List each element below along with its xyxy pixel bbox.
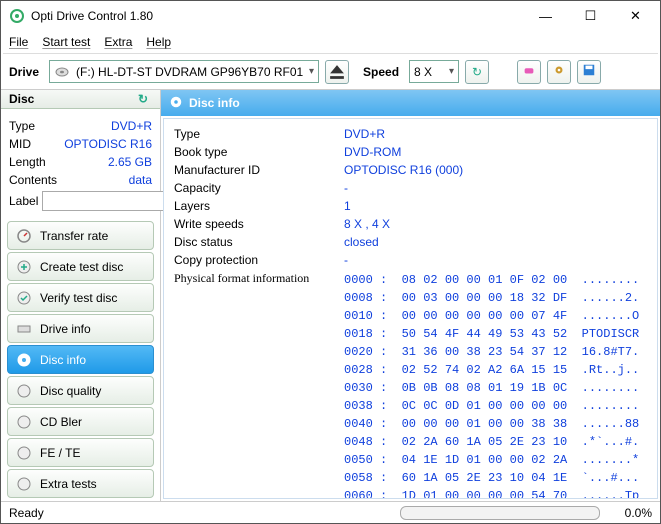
status-pct: 0.0% [600, 506, 660, 520]
speed-select[interactable]: 8 X ▾ [409, 60, 459, 83]
disc-header: Disc [9, 92, 34, 106]
drive-info-icon [16, 321, 32, 337]
eraser-icon [522, 63, 536, 80]
nav-create-test-disc[interactable]: Create test disc [7, 252, 154, 281]
info-man-k: Manufacturer ID [174, 163, 344, 181]
menu-file[interactable]: File [9, 35, 28, 49]
nav-fe-te[interactable]: FE / TE [7, 438, 154, 467]
disc-info-body[interactable]: TypeDVD+R Book typeDVD-ROM Manufacturer … [163, 118, 658, 499]
window-title: Opti Drive Control 1.80 [31, 9, 523, 23]
info-layers-v: 1 [344, 199, 351, 217]
info-type-v: DVD+R [344, 127, 385, 145]
nav-cd-bler[interactable]: CD Bler [7, 407, 154, 436]
rp-title: Disc info [189, 96, 240, 110]
menu-extra[interactable]: Extra [104, 35, 132, 49]
info-status-k: Disc status [174, 235, 344, 253]
menu-start-test[interactable]: Start test [42, 35, 90, 49]
save-icon [582, 63, 596, 80]
refresh-button[interactable]: ↻ [465, 60, 489, 84]
info-cap-k: Capacity [174, 181, 344, 199]
speed-label: Speed [363, 65, 399, 79]
fete-icon [16, 445, 32, 461]
info-copy-v: - [344, 253, 348, 271]
dp-mid-k: MID [9, 137, 31, 151]
close-button[interactable]: ✕ [613, 2, 658, 30]
quality-icon [16, 383, 32, 399]
disc-info-icon [16, 352, 32, 368]
chevron-down-icon: ▾ [449, 66, 454, 77]
info-type-k: Type [174, 127, 344, 145]
dp-type-k: Type [9, 119, 35, 133]
drive-value: (F:) HL-DT-ST DVDRAM GP96YB70 RF01 [76, 65, 303, 79]
gauge-icon [16, 228, 32, 244]
disc-header-icon [169, 95, 183, 112]
drive-icon [54, 64, 70, 80]
progress-bar [400, 506, 600, 520]
menu-help[interactable]: Help [146, 35, 171, 49]
minimize-button[interactable]: — [523, 2, 568, 30]
save-button[interactable] [577, 60, 601, 84]
info-write-k: Write speeds [174, 217, 344, 235]
info-book-k: Book type [174, 145, 344, 163]
gear-icon [552, 63, 566, 80]
bler-icon [16, 414, 32, 430]
info-pfi-k: Physical format information [174, 271, 344, 286]
nav-extra-tests[interactable]: Extra tests [7, 469, 154, 498]
refresh-disc-button[interactable]: ↻ [134, 90, 152, 108]
info-layers-k: Layers [174, 199, 344, 217]
erase-button[interactable] [517, 60, 541, 84]
dp-length-v: 2.65 GB [108, 155, 152, 169]
dp-contents-v: data [129, 173, 152, 187]
hex-dump: 0000 : 08 02 00 00 01 0F 02 00 ........ … [344, 271, 647, 499]
chevron-down-icon: ▾ [309, 66, 314, 77]
nav-disc-quality[interactable]: Disc quality [7, 376, 154, 405]
app-icon [9, 8, 25, 24]
nav-verify-test-disc[interactable]: Verify test disc [7, 283, 154, 312]
options-button[interactable] [547, 60, 571, 84]
dp-label-k: Label [9, 194, 38, 208]
info-cap-v: - [344, 181, 348, 199]
dp-type-v: DVD+R [111, 119, 152, 133]
dp-mid-v: OPTODISC R16 [64, 137, 152, 151]
dp-length-k: Length [9, 155, 46, 169]
drive-select[interactable]: (F:) HL-DT-ST DVDRAM GP96YB70 RF01 ▾ [49, 60, 319, 83]
maximize-button[interactable]: ☐ [568, 2, 613, 30]
info-status-v: closed [344, 235, 379, 253]
status-ready: Ready [1, 506, 52, 520]
info-write-v: 8 X , 4 X [344, 217, 390, 235]
disc-write-icon [16, 259, 32, 275]
speed-value: 8 X [414, 65, 432, 79]
info-man-v: OPTODISC R16 (000) [344, 163, 463, 181]
nav-drive-info[interactable]: Drive info [7, 314, 154, 343]
eject-button[interactable] [325, 60, 349, 84]
info-copy-k: Copy protection [174, 253, 344, 271]
info-book-v: DVD-ROM [344, 145, 401, 163]
extra-icon [16, 476, 32, 492]
nav-transfer-rate[interactable]: Transfer rate [7, 221, 154, 250]
nav-disc-info[interactable]: Disc info [7, 345, 154, 374]
drive-label: Drive [9, 65, 39, 79]
dp-contents-k: Contents [9, 173, 57, 187]
disc-check-icon [16, 290, 32, 306]
